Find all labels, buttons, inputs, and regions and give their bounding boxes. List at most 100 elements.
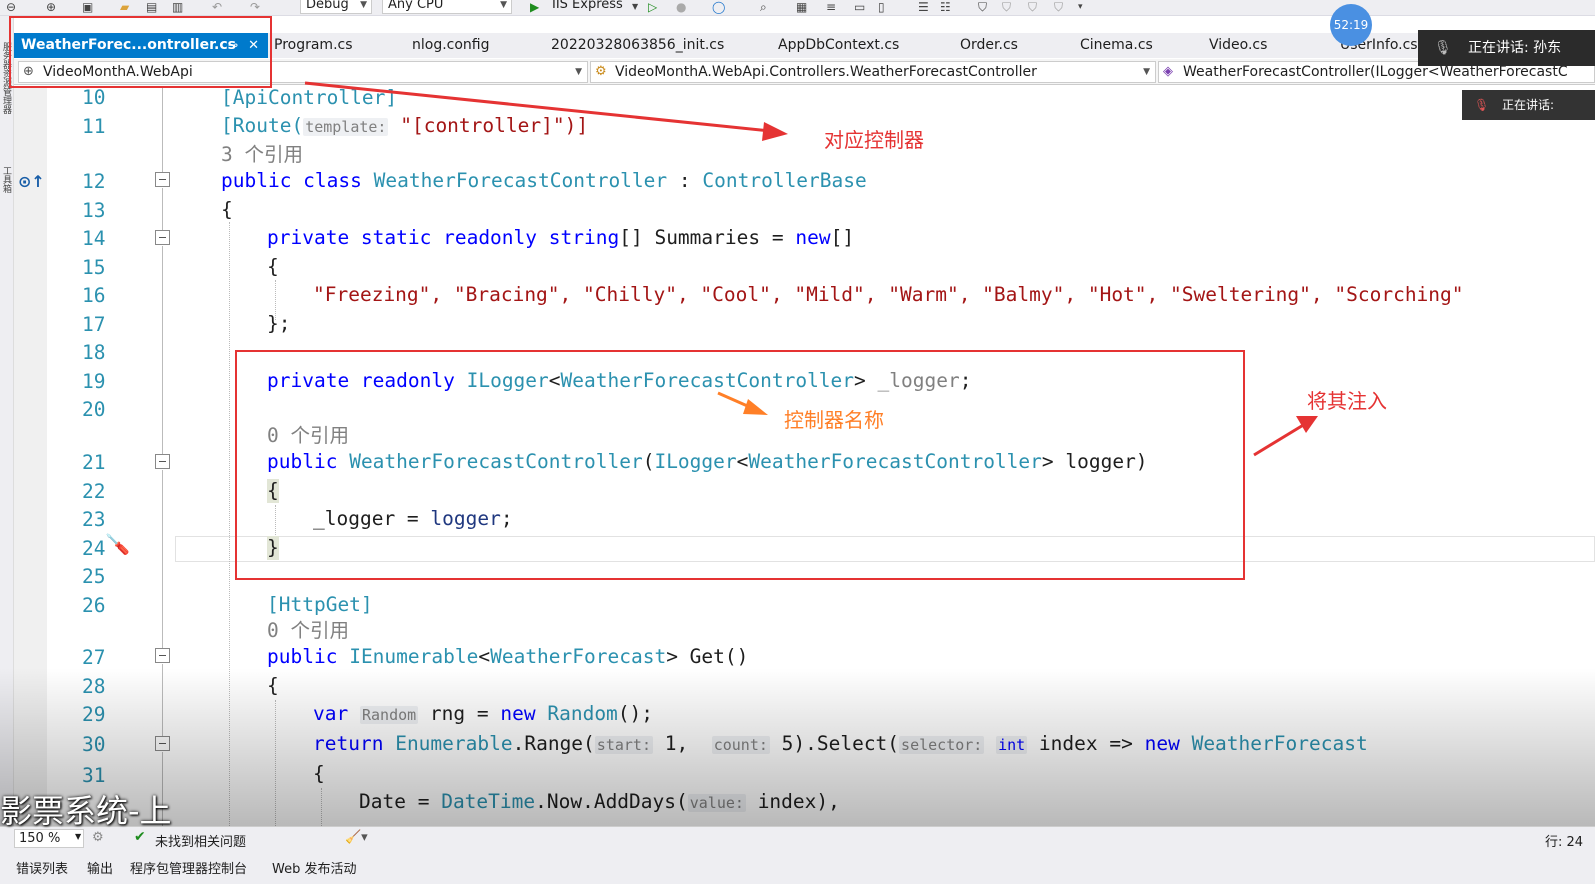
- align-icon[interactable]: ≡: [826, 0, 836, 14]
- refresh-icon[interactable]: ◯: [712, 0, 725, 14]
- start-without-debug-icon[interactable]: ▷: [648, 0, 657, 14]
- line-number: 12: [82, 170, 106, 193]
- run-target-button[interactable]: IIS Express: [552, 0, 623, 12]
- type-random: Random: [547, 702, 618, 725]
- bookmark-prev-icon[interactable]: ⛉: [1002, 0, 1011, 14]
- tab-cinema[interactable]: Cinema.cs: [1080, 33, 1153, 58]
- open-folder-icon[interactable]: ▰: [120, 0, 129, 14]
- indicator-margin: ⊙↑: [14, 86, 47, 842]
- uncomment-icon[interactable]: ▯: [878, 0, 885, 14]
- indent-guide: [229, 222, 230, 826]
- line-number: 14: [82, 227, 106, 250]
- class-icon: ⚙: [595, 64, 607, 79]
- back-icon[interactable]: ⊖: [6, 0, 16, 14]
- outdent-icon[interactable]: ☷: [940, 0, 951, 14]
- method-signature: > Get(): [666, 645, 749, 668]
- line-number: 28: [82, 675, 106, 698]
- tab-package-manager-console[interactable]: 程序包管理器控制台: [130, 858, 247, 877]
- outline-line: [162, 86, 163, 172]
- type-hint: Random: [359, 706, 419, 724]
- bookmark-next-icon[interactable]: ⛉: [1028, 0, 1037, 14]
- bookmark-icon[interactable]: ⛉: [978, 0, 987, 14]
- collapse-icon[interactable]: [155, 454, 170, 469]
- line-number: 13: [82, 199, 106, 222]
- type-hint: int: [996, 736, 1028, 754]
- tab-nlog-config[interactable]: nlog.config: [412, 33, 490, 58]
- line-number: 31: [82, 764, 106, 787]
- annotation-box-injection: [235, 350, 1245, 580]
- configuration-dropdown[interactable]: Debug ▼: [300, 0, 372, 14]
- bookmark-clear-icon[interactable]: ⛉: [1054, 0, 1063, 14]
- parameter-hint: start:: [594, 736, 653, 754]
- line-number: 18: [82, 341, 106, 364]
- tab-order[interactable]: Order.cs: [960, 33, 1018, 58]
- route-template: "[controller]")]: [400, 114, 589, 137]
- type-dropdown[interactable]: ⚙ VideoMonthA.WebApi.Controllers.Weather…: [590, 61, 1156, 83]
- platform-dropdown[interactable]: Any CPU ▼: [382, 0, 512, 14]
- chevron-down-icon: ▼: [75, 832, 82, 841]
- code-line-10: [ApiController]: [221, 86, 397, 110]
- recording-timer: 52:19: [1330, 4, 1372, 46]
- collapse-icon[interactable]: [155, 736, 170, 751]
- run-icon[interactable]: ▶: [530, 0, 539, 14]
- assignment: rng =: [429, 702, 489, 725]
- reference-count[interactable]: 3 个引用: [221, 143, 303, 167]
- find-icon[interactable]: ⌕: [760, 0, 767, 14]
- code-line-17: };: [267, 312, 291, 335]
- parameter-hint: count:: [711, 736, 770, 754]
- line-number: 11: [82, 115, 106, 138]
- code-line-11: [Route(template: "[controller]")]: [221, 114, 588, 139]
- tab-appdbcontext[interactable]: AppDbContext.cs: [778, 33, 899, 58]
- browser-icon[interactable]: ●: [676, 0, 686, 14]
- attribute-apicontroller: [ApiController]: [221, 86, 398, 109]
- keyword: public class: [221, 169, 362, 192]
- line-number: 10: [82, 86, 106, 109]
- annotation-box-tab: [9, 16, 272, 88]
- collapse-icon[interactable]: [155, 648, 170, 663]
- tab-error-list[interactable]: 错误列表: [16, 858, 68, 877]
- parameter-hint: value:: [687, 794, 746, 812]
- new-project-icon[interactable]: ▣: [82, 0, 93, 14]
- issues-status[interactable]: 未找到相关问题: [155, 831, 246, 850]
- save-icon[interactable]: ▤: [146, 0, 157, 14]
- override-indicator-icon[interactable]: ⊙↑: [18, 172, 45, 191]
- comment-icon[interactable]: ▭: [854, 0, 865, 14]
- forward-icon[interactable]: ⊕: [46, 0, 56, 14]
- type-weatherforecast: WeatherForecast: [1191, 732, 1368, 755]
- cleanup-icon[interactable]: 🧹▾: [345, 830, 368, 845]
- collapse-icon[interactable]: [155, 172, 170, 187]
- keyword: private static readonly: [267, 226, 538, 249]
- intellicode-icon[interactable]: ⚙: [92, 830, 104, 845]
- collapse-icon[interactable]: [155, 230, 170, 245]
- tab-output[interactable]: 输出: [87, 858, 113, 877]
- class-name: WeatherForecastController: [373, 169, 668, 192]
- code-line-29: var Random rng = new Random();: [313, 702, 653, 727]
- chevron-down-icon: ▼: [360, 0, 367, 10]
- indent-icon[interactable]: ☰: [918, 0, 929, 14]
- overflow-icon[interactable]: ▾: [1078, 0, 1083, 14]
- tab-web-publish-activity[interactable]: Web 发布活动: [272, 858, 356, 877]
- type-value: VideoMonthA.WebApi.Controllers.WeatherFo…: [615, 64, 1037, 80]
- reference-count[interactable]: 0 个引用: [267, 619, 349, 643]
- line-number: 29: [82, 703, 106, 726]
- parameter-hint: selector:: [899, 736, 985, 754]
- speaking-indicator: 🎙 正在讲话: 孙东: [1418, 30, 1595, 66]
- chevron-down-icon[interactable]: ▼: [632, 0, 638, 14]
- line-number: 23: [82, 508, 106, 531]
- attribute-route: [Route(: [221, 114, 304, 137]
- save-all-icon[interactable]: ▥: [172, 0, 183, 14]
- code-line-31: {: [313, 762, 325, 785]
- tab-program[interactable]: Program.cs: [274, 33, 353, 58]
- type-datetime: DateTime: [441, 790, 536, 813]
- argument: index),: [757, 790, 840, 813]
- redo-icon[interactable]: ↷: [250, 0, 260, 14]
- tab-video[interactable]: Video.cs: [1209, 33, 1267, 58]
- annotation-controller-name: 控制器名称: [784, 408, 884, 432]
- toolbox-tab[interactable]: 工具箱: [1, 166, 11, 193]
- call-end: ();: [617, 702, 654, 725]
- quick-action-icon[interactable]: 🪛: [105, 532, 130, 556]
- undo-icon[interactable]: ↶: [212, 0, 222, 14]
- layout-icon[interactable]: ▦: [796, 0, 807, 14]
- array-brackets: []: [830, 226, 855, 249]
- tab-init-migration[interactable]: 20220328063856_init.cs: [551, 33, 724, 58]
